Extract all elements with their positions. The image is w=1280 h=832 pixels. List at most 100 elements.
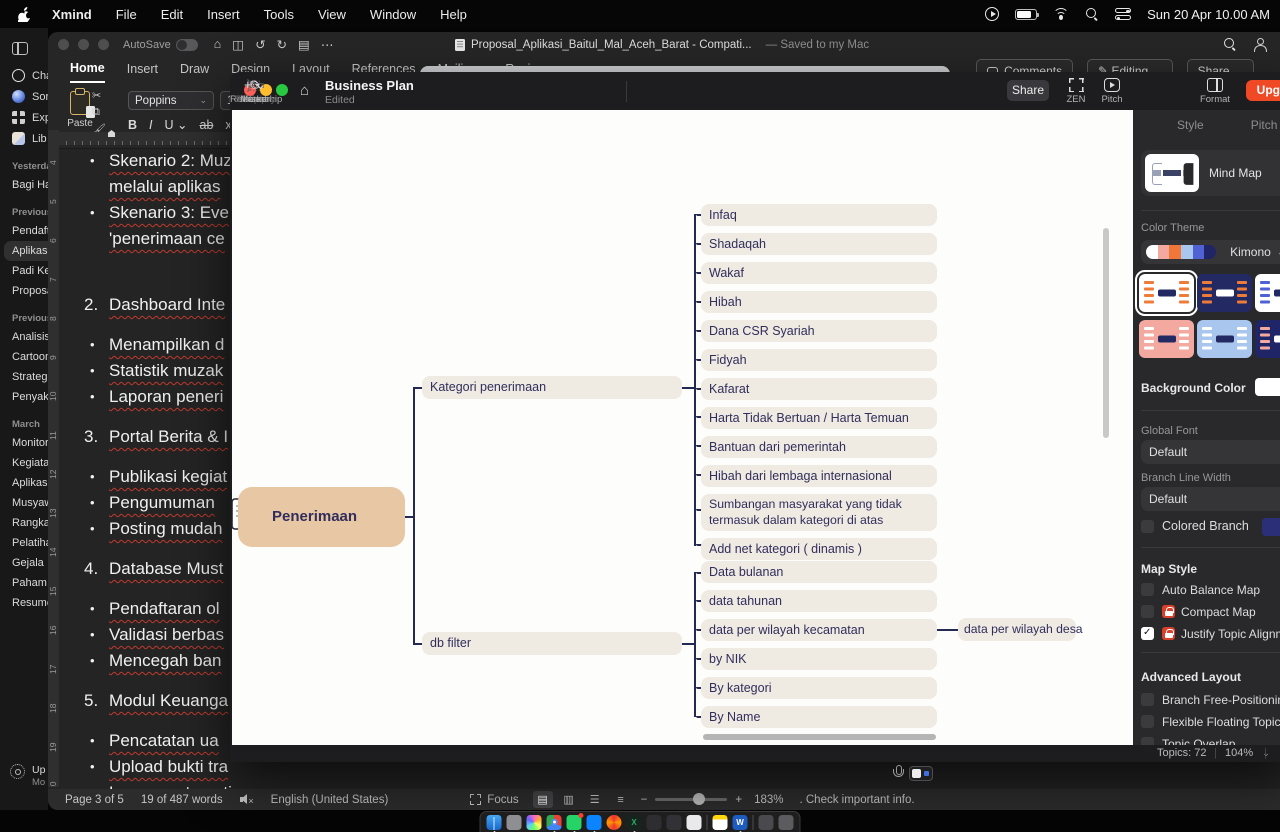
sidebar-chat-item[interactable]: Pendafta [0,221,48,241]
vertical-scrollbar[interactable] [1103,228,1109,438]
option-checkbox[interactable] [1141,737,1154,745]
menubar-item[interactable]: Tools [264,7,294,22]
ribbon-tab[interactable]: Draw [180,58,209,82]
share-button[interactable]: Share [1007,80,1049,101]
ribbon-tab[interactable]: Insert [127,58,158,82]
dock-icon[interactable]: X [627,815,642,830]
colored-branch-checkbox[interactable] [1141,520,1154,533]
apple-menu-icon[interactable] [18,7,31,22]
battery-icon[interactable] [1015,9,1037,20]
dock-icon[interactable] [779,815,794,830]
home-icon[interactable]: ⌂ [214,37,222,52]
menubar-item[interactable]: Help [440,7,467,22]
save-icon[interactable]: ◫ [232,37,244,52]
close-button[interactable] [58,39,69,50]
screen-record-icon[interactable] [985,7,999,21]
zoom-out-button[interactable]: − [641,794,648,806]
sidebar-chat-item[interactable]: Musyaw [0,493,48,513]
more-icon[interactable]: ⋯ [321,37,334,52]
dock-icon[interactable]: W [733,815,748,830]
subtopic-node[interactable]: Bantuan dari pemerintah [701,436,937,458]
copy-button[interactable]: ⧉ [92,106,106,119]
menubar-item[interactable]: File [116,7,137,22]
sidebar-chat-item[interactable]: Aplikasi [0,473,48,493]
microphone-icon[interactable] [893,765,902,781]
ribbon-tab[interactable]: Home [70,57,105,83]
subtopic-node[interactable]: by NIK [701,648,937,670]
subtopic-node[interactable]: Dana CSR Syariah [701,320,937,342]
dock-icon[interactable] [607,815,622,830]
xmind-tool[interactable]: + ⌄ Insert [230,77,280,105]
format-button[interactable]: ab [200,118,214,132]
format-button[interactable]: U ⌄ [165,117,188,132]
theme-thumbnail[interactable] [1255,320,1280,358]
print-icon[interactable]: ▤ [298,37,310,52]
home-icon[interactable]: ⌂ [300,82,309,99]
cut-button[interactable]: ✂ [92,89,106,102]
color-theme-select[interactable]: Kimono ⌄ [1141,240,1280,264]
subtopic-node[interactable]: Sumbangan masyarakat yang tidak termasuk… [701,494,937,531]
sidebar-chat-item[interactable]: Monitori [0,433,48,453]
minimize-button[interactable] [78,39,89,50]
dock-icon[interactable] [507,815,522,830]
theme-thumbnail[interactable] [1197,274,1252,312]
subtopic-node[interactable]: Data bulanan [701,561,937,583]
zoom-slider[interactable] [655,798,727,801]
account-icon[interactable] [1253,38,1266,51]
subtopic-node[interactable]: Fidyah [701,349,937,371]
sidebar-chat-item[interactable]: Pelatiha [0,533,48,553]
sidebar-chat-item[interactable]: Rangkai [0,513,48,533]
sidebar-chat-item[interactable]: Penyakit [0,387,48,407]
menubar-app-name[interactable]: Xmind [52,7,92,22]
subtopic-node[interactable]: By Name [701,706,937,728]
subtopic-node[interactable]: Infaq [701,204,937,226]
undo-icon[interactable]: ↺ [255,37,265,52]
branch-line-width-select[interactable]: Default [1141,487,1280,511]
pitch-mode-button[interactable]: Pitch [1090,78,1134,105]
wifi-icon[interactable] [1053,8,1069,20]
sidebar-chat-item[interactable]: Cartoon [0,347,48,367]
subtopic-node[interactable]: Wakaf [701,262,937,284]
menubar-item[interactable]: View [318,7,346,22]
sidebar-chat-item[interactable]: Resume [0,593,48,613]
dock-icon[interactable] [713,815,728,830]
map-style-option[interactable]: Justify Topic Alignment [1133,625,1280,647]
dock-icon[interactable] [667,815,682,830]
menubar-clock[interactable]: Sun 20 Apr 10.00 AM [1147,7,1270,22]
word-search-icon[interactable] [1223,37,1237,51]
map-style-option[interactable]: Compact Map [1133,603,1280,625]
subtopic-node[interactable]: By kategori [701,677,937,699]
subtopic-node[interactable]: data tahunan [701,590,937,612]
menubar-item[interactable]: Window [370,7,416,22]
menubar-item[interactable]: Insert [207,7,240,22]
autosave-toggle[interactable] [176,39,198,51]
option-checkbox[interactable] [1141,715,1154,728]
theme-thumbnail[interactable] [1139,274,1194,312]
sidebar-chat-item[interactable]: Gejala [0,553,48,573]
sidebar-nav-item[interactable]: Exp [0,107,48,128]
sidebar-chat-item[interactable]: Padi Ken [0,261,48,281]
dock-icon[interactable] [487,815,502,830]
branch-topic[interactable]: db filter [422,632,682,655]
background-color-swatch[interactable] [1255,378,1280,396]
horizontal-ruler[interactable] [58,132,230,145]
upgrade-button[interactable]: Upgrade [1246,80,1280,101]
subtopic-node[interactable]: Kafarat [701,378,937,400]
format-button[interactable]: I [149,118,152,132]
sidebar-chat-item[interactable]: Proposa [0,281,48,301]
page-indicator[interactable]: Page 3 of 5 [65,794,124,806]
option-checkbox[interactable] [1141,627,1154,640]
theme-thumbnail[interactable] [1197,320,1252,358]
dock-icon[interactable] [547,815,562,830]
option-checkbox[interactable] [1141,605,1154,618]
view-button[interactable]: ▥ [559,791,579,808]
option-checkbox[interactable] [1141,583,1154,596]
subtopic-node[interactable]: Harta Tidak Bertuan / Harta Temuan [701,407,937,429]
panel-tab[interactable]: Pitch [1251,118,1278,142]
zoom-slider-knob[interactable] [693,793,705,805]
zoom-percent[interactable]: 183% [754,794,783,806]
sidebar-nav-item[interactable]: Lib [0,128,48,149]
sidebar-chat-item[interactable]: Aplikasi [4,241,48,261]
theme-thumbnail[interactable] [1139,320,1194,358]
colored-branch-swatch[interactable] [1262,518,1280,536]
